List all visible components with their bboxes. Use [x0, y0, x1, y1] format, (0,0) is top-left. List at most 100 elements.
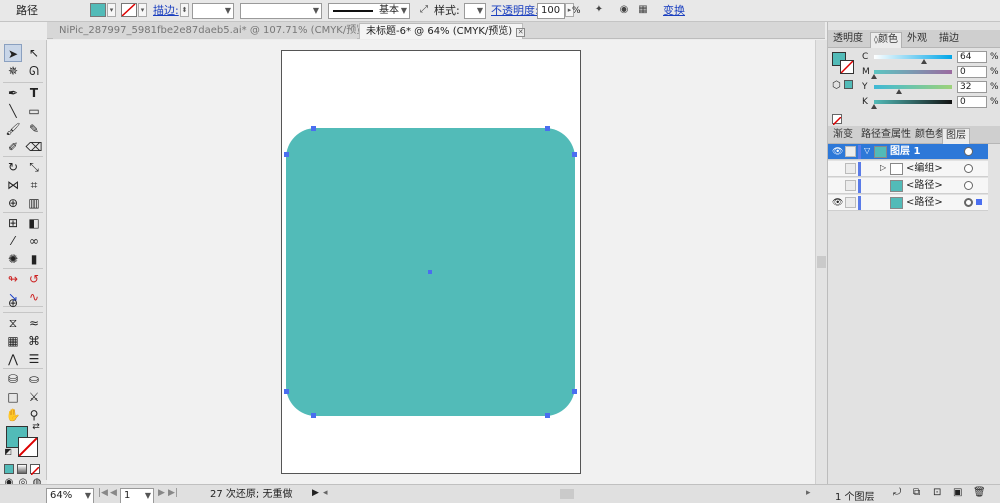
- blob-brush-tool-icon[interactable]: ✐: [4, 138, 22, 156]
- target-icon[interactable]: [964, 147, 973, 156]
- artboard-number-select[interactable]: 1 ▼: [120, 488, 154, 503]
- transform-link[interactable]: 变换: [663, 3, 685, 19]
- doc-tab-nipic[interactable]: NiPic_287997_5981fbe2e87daeb5.ai* @ 107.…: [53, 23, 384, 39]
- line-tool-icon[interactable]: ╲: [4, 102, 22, 120]
- cyan-slider[interactable]: [874, 55, 952, 64]
- make-clipping-mask-icon[interactable]: ⧉: [913, 487, 920, 498]
- gradient-mode-icon[interactable]: [17, 464, 27, 474]
- out-of-gamut-icon[interactable]: ⬡: [832, 80, 841, 91]
- close-icon[interactable]: ✕: [516, 28, 526, 37]
- scroll-right-icon[interactable]: ▸: [806, 488, 811, 498]
- layer-row[interactable]: 👁 <路径>: [828, 195, 988, 211]
- perspective-grid-tool-icon[interactable]: ▥: [25, 194, 43, 212]
- locate-object-icon[interactable]: ⤾: [893, 487, 901, 498]
- warp-tool-icon[interactable]: ≈: [25, 314, 43, 332]
- selection-indicator[interactable]: [976, 199, 982, 205]
- black-value-input[interactable]: 0: [957, 96, 987, 108]
- tab-attributes[interactable]: 属性: [888, 128, 914, 144]
- layer-name[interactable]: <路径>: [906, 196, 943, 210]
- color-mode-icon[interactable]: [4, 464, 14, 474]
- yellow-slider[interactable]: [874, 85, 952, 94]
- center-point[interactable]: [428, 270, 432, 274]
- column-graph-tool-icon[interactable]: ▮: [25, 250, 43, 268]
- anchor-point[interactable]: [545, 413, 550, 418]
- yellow-value-input[interactable]: 32: [957, 81, 987, 93]
- anchor-point[interactable]: [311, 413, 316, 418]
- cyan-slider-knob[interactable]: [920, 59, 927, 64]
- paintbrush-tool-icon[interactable]: 🖌: [4, 120, 22, 138]
- canvas-area[interactable]: [47, 40, 815, 484]
- status-menu-icon[interactable]: ▶: [312, 488, 319, 498]
- chevron-down-icon[interactable]: ▽: [864, 146, 870, 155]
- zoom-select[interactable]: 64% ▼: [46, 488, 94, 503]
- variable-width-select[interactable]: ▼: [240, 3, 322, 19]
- lasso-tool-icon[interactable]: ᘏ: [25, 62, 43, 80]
- envelope-warp-icon[interactable]: ⧖: [4, 314, 22, 332]
- gradient-tool-icon[interactable]: ◧: [25, 214, 43, 232]
- layer-name[interactable]: 图层 1: [890, 145, 920, 159]
- stroke-weight-stepper[interactable]: ⬍: [180, 3, 189, 17]
- live-paint-icon[interactable]: ⛁: [4, 370, 22, 388]
- anchor-point[interactable]: [284, 152, 289, 157]
- last-artboard-icon[interactable]: ▶|: [168, 488, 178, 498]
- fill-dropdown-arrow[interactable]: ▾: [107, 3, 116, 17]
- layer-row[interactable]: <路径>: [828, 178, 988, 194]
- eraser-tool-icon[interactable]: ⌫: [25, 138, 43, 156]
- wave-red-icon[interactable]: ∿: [25, 288, 43, 306]
- black-slider-knob[interactable]: [871, 104, 877, 109]
- graphic-style-select[interactable]: ▼: [464, 3, 486, 19]
- none-color-button[interactable]: [832, 114, 842, 126]
- lock-toggle[interactable]: [845, 146, 856, 157]
- yellow-slider-knob[interactable]: [895, 89, 902, 94]
- curve-red-2-icon[interactable]: ↺: [25, 270, 43, 288]
- pencil-tool-icon[interactable]: ✎: [25, 120, 43, 138]
- magic-wand-tool-icon[interactable]: ✵: [4, 62, 22, 80]
- selection-tool-icon[interactable]: ➤: [4, 44, 22, 62]
- lock-toggle[interactable]: [845, 197, 856, 208]
- horizontal-scroll-thumb[interactable]: [560, 489, 574, 499]
- mesh-tool-icon[interactable]: ⊞: [4, 214, 22, 232]
- free-transform-tool-icon[interactable]: ⌗: [25, 176, 43, 194]
- target-icon[interactable]: [964, 198, 973, 207]
- curve-red-icon[interactable]: ↬: [4, 270, 22, 288]
- layer-row[interactable]: ▷ <编组>: [828, 161, 988, 177]
- symbol-sprayer-tool-icon[interactable]: ✺: [4, 250, 22, 268]
- magenta-slider[interactable]: [871, 70, 952, 79]
- artboard[interactable]: [281, 50, 581, 474]
- black-slider[interactable]: [871, 100, 952, 109]
- hand-tool-icon[interactable]: ✋: [4, 406, 22, 424]
- cyan-value-input[interactable]: 64: [957, 51, 987, 63]
- fill-swatch[interactable]: [90, 3, 106, 17]
- isolate-icon[interactable]: ◉: [617, 3, 631, 17]
- tab-gradient[interactable]: 渐变: [830, 128, 856, 144]
- layer-row[interactable]: 👁 ▽ 图层 1: [828, 144, 988, 160]
- shape-builder-tool-icon[interactable]: ⊕: [4, 194, 22, 212]
- magenta-value-input[interactable]: 0: [957, 66, 987, 78]
- magenta-slider-knob[interactable]: [871, 74, 877, 79]
- default-colors-icon[interactable]: ◩: [3, 447, 13, 457]
- new-sublayer-icon[interactable]: ⊡: [933, 487, 941, 498]
- twirl-tool-icon[interactable]: ⌘: [25, 332, 43, 350]
- anchor-point[interactable]: [284, 389, 289, 394]
- target-icon[interactable]: [964, 181, 973, 190]
- next-artboard-icon[interactable]: ▶: [158, 488, 165, 498]
- scroll-thumb[interactable]: [817, 256, 826, 268]
- previous-artboard-icon[interactable]: ◀: [110, 488, 117, 498]
- tab-color[interactable]: ◊颜色: [870, 32, 902, 48]
- stroke-link[interactable]: 描边:: [153, 3, 179, 19]
- live-paint-select-icon[interactable]: ⛀: [25, 370, 43, 388]
- eye-icon[interactable]: 👁: [832, 147, 843, 157]
- stroke-weight-select[interactable]: ▼: [192, 3, 234, 19]
- new-layer-icon[interactable]: ▣: [953, 487, 962, 498]
- stroke-color-box[interactable]: [18, 437, 38, 457]
- tab-layers[interactable]: 图层: [942, 128, 970, 144]
- opacity-link[interactable]: 不透明度:: [491, 3, 539, 19]
- swap-fill-stroke-icon[interactable]: ⇄: [30, 421, 42, 433]
- layer-name[interactable]: <编组>: [906, 162, 943, 176]
- target-icon[interactable]: [964, 164, 973, 173]
- align-options-icon[interactable]: ▦: [636, 3, 650, 17]
- direct-selection-tool-icon[interactable]: ↖: [25, 44, 43, 62]
- scale-tool-icon[interactable]: ⤡: [25, 158, 43, 176]
- anchor-point[interactable]: [572, 389, 577, 394]
- tab-transparency[interactable]: 透明度: [830, 32, 866, 48]
